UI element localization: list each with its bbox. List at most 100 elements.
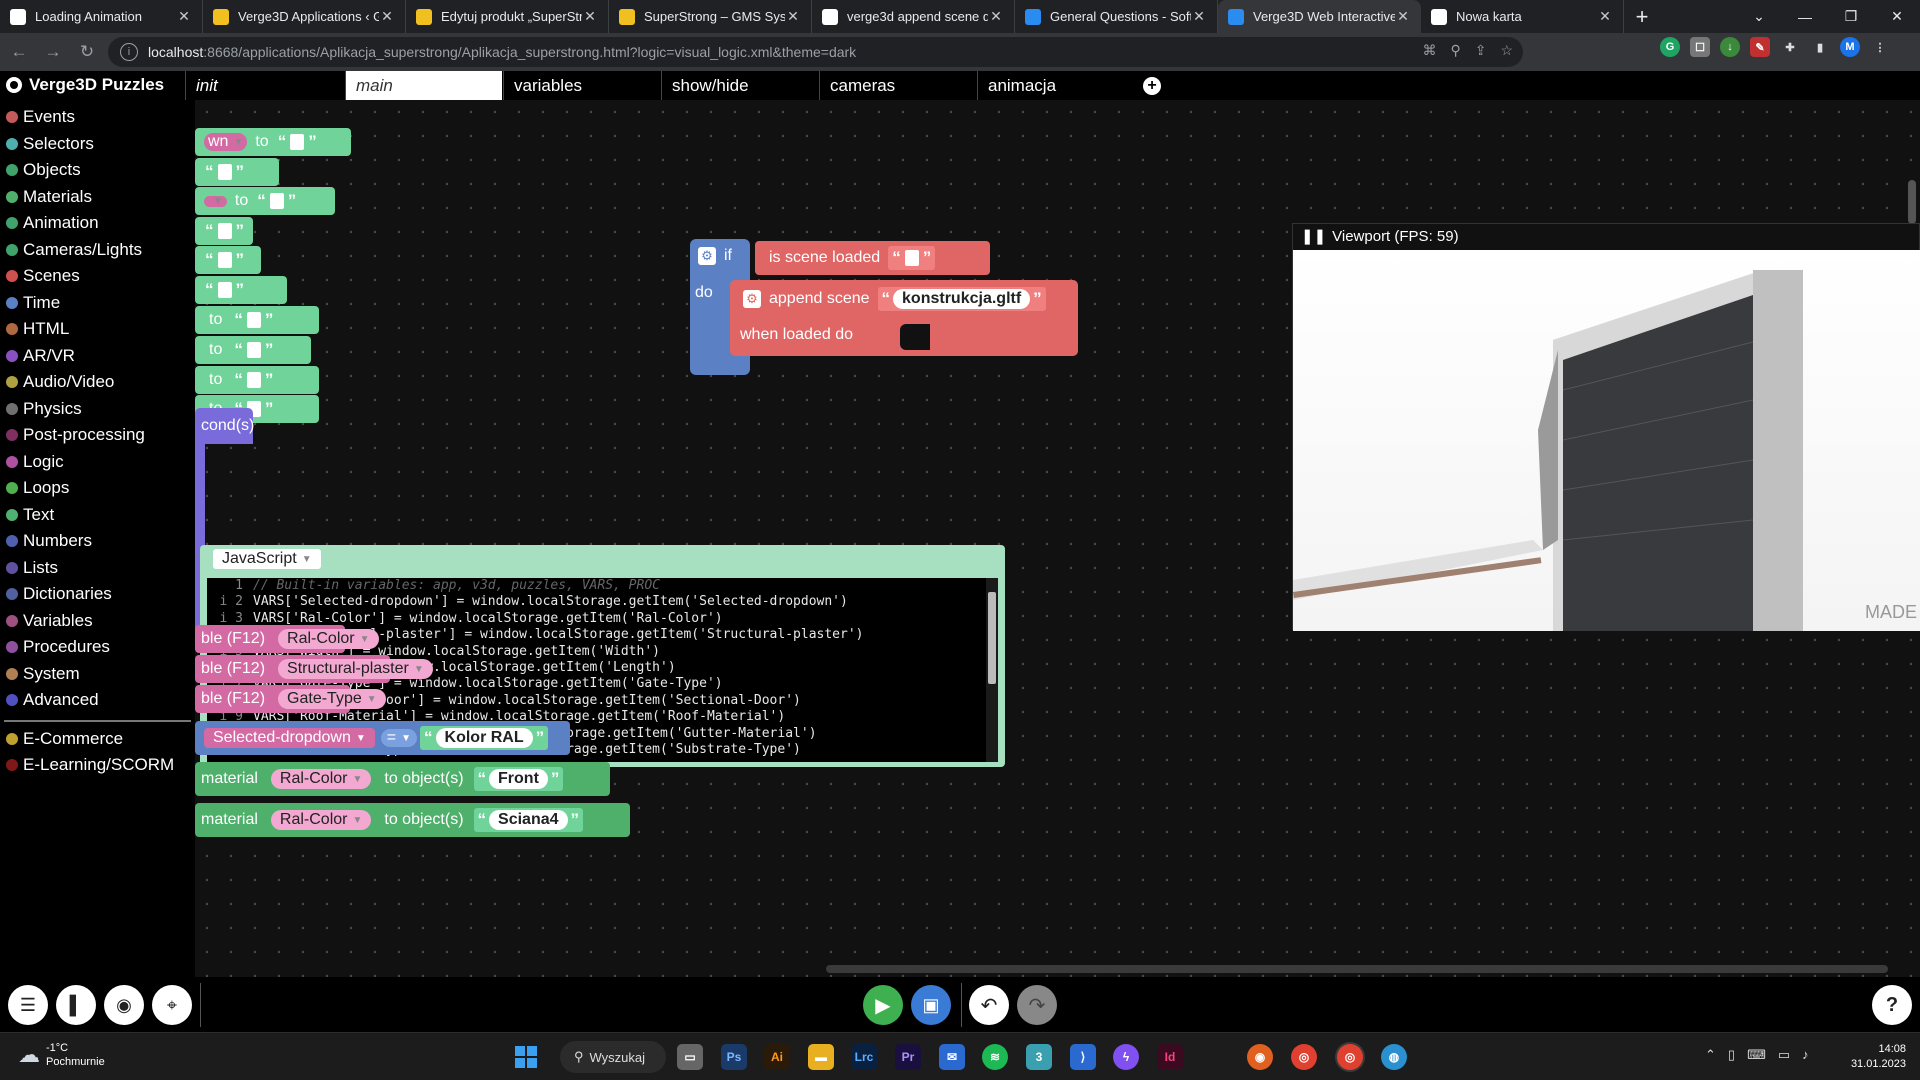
illustrator-icon[interactable]: Ai [764, 1044, 790, 1070]
close-tab-icon[interactable]: ✕ [1191, 8, 1207, 25]
battery-icon[interactable]: ▯ [1728, 1047, 1735, 1063]
gear-icon[interactable]: ⚙ [698, 247, 716, 265]
undo-button[interactable]: ↶ [969, 985, 1009, 1025]
gear-icon[interactable]: ⚙ [743, 290, 761, 308]
tab-cameras[interactable]: cameras [819, 71, 976, 100]
text-block-inner[interactable]: “” [201, 219, 248, 243]
var-dropdown-selected[interactable]: Selected-dropdown ▼ [204, 728, 375, 748]
category-scenes[interactable]: Scenes [0, 263, 195, 290]
close-tab-icon[interactable]: ✕ [379, 8, 395, 25]
assign-material-block[interactable]: material Ral-Color ▼ to object(s) “Sciana4” [195, 803, 630, 837]
text-block[interactable]: “” [195, 276, 287, 304]
set-var-block[interactable]: to “” [195, 336, 311, 364]
start-button[interactable] [513, 1044, 539, 1070]
workspace-horizontal-scrollbar[interactable] [826, 965, 1888, 973]
category-physics[interactable]: Physics [0, 396, 195, 423]
grammarly-extension-icon[interactable]: G [1660, 37, 1680, 57]
tab-main[interactable]: main [345, 71, 502, 100]
category-time[interactable]: Time [0, 290, 195, 317]
new-tab-button[interactable]: + [1624, 0, 1660, 33]
tab-init[interactable]: init [185, 71, 342, 100]
reload-button[interactable]: ↻ [72, 37, 102, 67]
kolor-ral-text-block[interactable]: “Kolor RAL” [420, 726, 549, 750]
browser-tab[interactable]: verge3d append scene do ✕ [812, 0, 1015, 33]
chrome-icon[interactable]: ◎ [1291, 1044, 1317, 1070]
category-selectors[interactable]: Selectors [0, 131, 195, 158]
category-audio-video[interactable]: Audio/Video [0, 369, 195, 396]
firefox-icon[interactable]: ◉ [1247, 1044, 1273, 1070]
front-text-block[interactable]: “Front” [473, 767, 564, 791]
var-dropdown[interactable]: wn ▼ [204, 133, 248, 151]
sciana-text-block[interactable]: “Sciana4” [473, 808, 584, 832]
close-tab-icon[interactable]: ✕ [582, 8, 598, 25]
browser-tab[interactable]: Edytuj produkt „SuperStrong✕ [406, 0, 609, 33]
operator-dropdown[interactable]: = ▼ [380, 729, 418, 747]
run-button[interactable]: ▶ [863, 985, 903, 1025]
screenshot-button[interactable]: ◉ [104, 985, 144, 1025]
close-tab-icon[interactable]: ✕ [988, 8, 1004, 25]
app-globe-icon[interactable]: ◍ [1381, 1044, 1407, 1070]
code-scrollbar[interactable] [986, 578, 998, 762]
close-window-button[interactable]: ✕ [1874, 0, 1920, 33]
var-dropdown-ral[interactable]: Ral-Color ▼ [270, 769, 372, 789]
category-e-learning-scorm[interactable]: E-Learning/SCORM [0, 752, 195, 779]
forward-button[interactable]: → [38, 37, 68, 67]
category-materials[interactable]: Materials [0, 184, 195, 211]
close-tab-icon[interactable]: ✕ [1597, 8, 1613, 25]
var-dropdown-ral[interactable]: Ral-Color ▼ [278, 629, 379, 649]
volume-icon[interactable]: ♪ [1802, 1047, 1809, 1063]
category-html[interactable]: HTML [0, 316, 195, 343]
print-var-block[interactable]: ble (F12) Ral-Color ▼ [195, 625, 379, 653]
category-loops[interactable]: Loops [0, 475, 195, 502]
taskbar-search[interactable]: ⚲ Wyszukaj [560, 1041, 666, 1073]
vscode-icon[interactable]: ⟩ [1070, 1044, 1096, 1070]
category-ar-vr[interactable]: AR/VR [0, 343, 195, 370]
category-variables[interactable]: Variables [0, 608, 195, 635]
viewport-header[interactable]: ❚❚ Viewport (FPS: 59) [1293, 224, 1919, 248]
workspace-vertical-scrollbar[interactable] [1908, 180, 1916, 224]
clock[interactable]: 14:08 31.01.2023 [1851, 1042, 1906, 1072]
help-button[interactable]: ? [1872, 985, 1912, 1025]
category-logic[interactable]: Logic [0, 449, 195, 476]
text-block-inner[interactable]: “” [201, 248, 248, 272]
compare-block[interactable]: Selected-dropdown ▼ = ▼ “Kolor RAL” [195, 721, 570, 755]
tab-variables[interactable]: variables [503, 71, 660, 100]
url-field[interactable]: i localhost:8668/applications/Aplikacja_… [108, 37, 1523, 67]
task-view-icon[interactable]: ▭ [677, 1044, 703, 1070]
browser-tab[interactable]: Verge3D Applications ‹ GMS✕ [203, 0, 406, 33]
text-block[interactable]: “” [195, 158, 279, 186]
lightroom-icon[interactable]: Lrc [851, 1044, 877, 1070]
sidepanel-icon[interactable]: ▮ [1810, 37, 1830, 57]
text-block-inner[interactable]: “” [201, 160, 248, 184]
set-var-block[interactable]: wn ▼ to “” [195, 128, 351, 156]
weather-widget[interactable]: ☁ -1°C Pochmurnie [18, 1041, 105, 1069]
minimize-button[interactable]: — [1782, 0, 1828, 33]
add-tab-button[interactable]: + [1143, 77, 1161, 95]
statement-slot[interactable] [900, 324, 930, 350]
pdf-extension-icon[interactable]: ✎ [1750, 37, 1770, 57]
category-objects[interactable]: Objects [0, 157, 195, 184]
text-block[interactable]: “” [195, 246, 261, 274]
tab-show-hide[interactable]: show/hide [661, 71, 818, 100]
keyboard-icon[interactable]: ⌨ [1747, 1047, 1766, 1063]
back-button[interactable]: ← [4, 37, 34, 67]
scene-file-text-block[interactable]: “konstrukcja.gltf” [877, 287, 1046, 311]
category-system[interactable]: System [0, 661, 195, 688]
browser-menu-icon[interactable]: ⋮ [1870, 37, 1890, 57]
assign-material-block[interactable]: material Ral-Color ▼ to object(s) “Front” [195, 762, 610, 796]
front-input[interactable]: Front [489, 769, 548, 789]
text-block[interactable]: “” [195, 217, 253, 245]
share-icon[interactable]: ⇪ [1475, 42, 1487, 59]
indesign-icon[interactable]: Id [1157, 1044, 1183, 1070]
set-var-block[interactable]: to “” [195, 366, 319, 394]
javascript-dropdown[interactable]: JavaScript ▼ [213, 549, 321, 569]
close-tab-icon[interactable]: ✕ [785, 8, 801, 25]
cleanup-button[interactable]: ⌖ [152, 985, 192, 1025]
profile-avatar[interactable]: M [1840, 37, 1860, 57]
code-scrollbar-thumb[interactable] [988, 592, 996, 684]
browser-tab[interactable]: General Questions - Soft8 ✕ [1015, 0, 1218, 33]
text-block[interactable]: “” [888, 246, 936, 270]
category-cameras-lights[interactable]: Cameras/Lights [0, 237, 195, 264]
category-post-processing[interactable]: Post-processing [0, 422, 195, 449]
text-block-inner[interactable]: “” [201, 278, 248, 302]
